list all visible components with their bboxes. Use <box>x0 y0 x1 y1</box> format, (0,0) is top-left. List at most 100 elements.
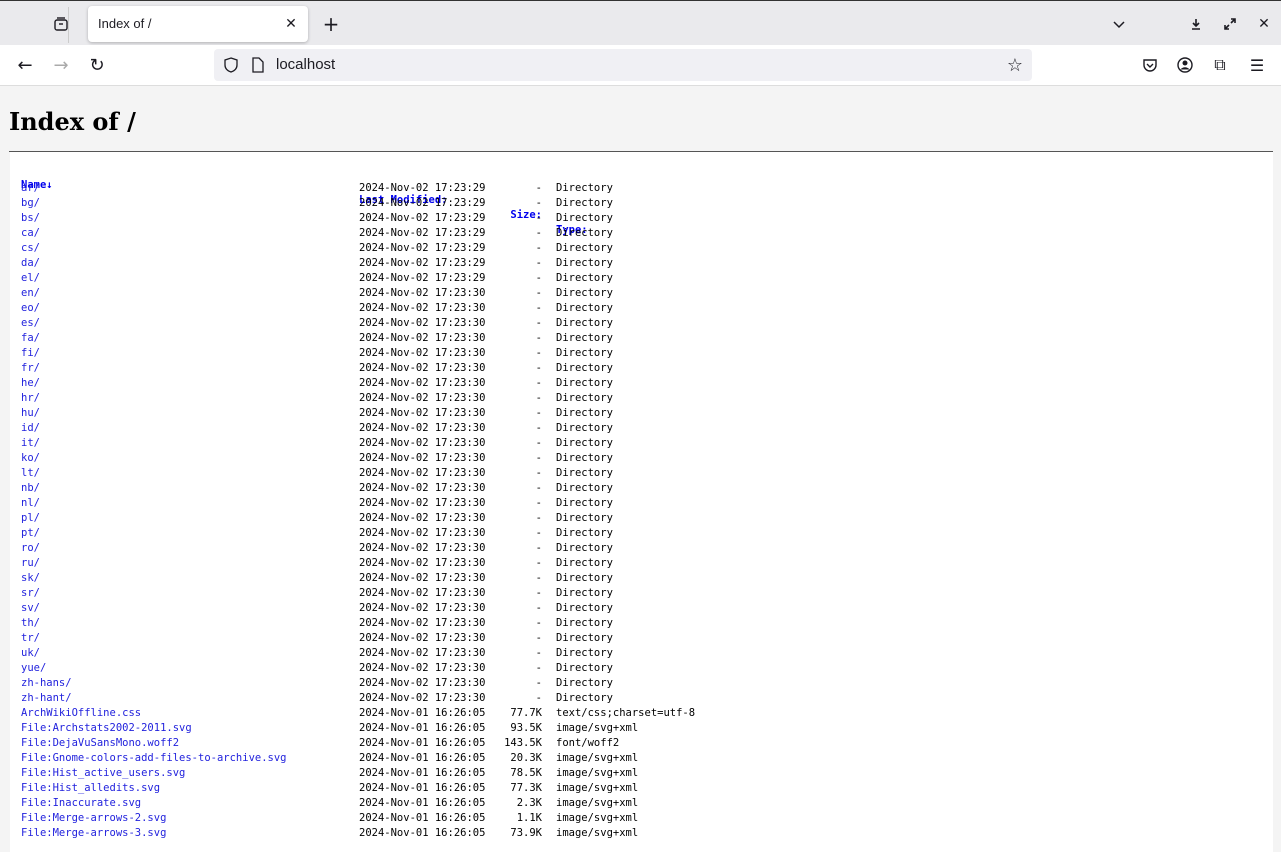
modified-date: 2024-Nov-02 17:23:30 <box>359 437 486 449</box>
forward-icon[interactable]: → <box>50 54 72 76</box>
table-row: sk/2024-Nov-02 17:23:30 - Directory <box>10 571 1273 586</box>
file-size: - <box>535 317 542 329</box>
file-link[interactable]: File:Archstats2002-2011.svg <box>21 721 192 736</box>
close-tab-icon[interactable]: ✕ <box>281 14 301 34</box>
table-row: zh-hans/2024-Nov-02 17:23:30 - Directory <box>10 676 1273 691</box>
file-link[interactable]: yue/ <box>21 661 46 676</box>
file-link[interactable]: File:Inaccurate.svg <box>21 796 141 811</box>
page-icon[interactable] <box>247 54 269 76</box>
new-tab-icon[interactable]: + <box>320 12 342 36</box>
file-size: - <box>535 482 542 494</box>
file-link[interactable]: nl/ <box>21 496 40 511</box>
table-row: File:Gnome-colors-add-files-to-archive.s… <box>10 751 1273 766</box>
file-type: Directory <box>556 692 613 704</box>
file-link[interactable]: hu/ <box>21 406 40 421</box>
file-type: Directory <box>556 497 613 509</box>
file-type: image/svg+xml <box>556 782 639 794</box>
file-type: Directory <box>556 227 613 239</box>
table-row: zh-hant/2024-Nov-02 17:23:30 - Directory <box>10 691 1273 706</box>
file-link[interactable]: th/ <box>21 616 40 631</box>
file-link[interactable]: tr/ <box>21 631 40 646</box>
file-type: Directory <box>556 257 613 269</box>
table-row: File:Merge-arrows-3.svg 2024-Nov-01 16:26… <box>10 826 1273 841</box>
file-size: - <box>535 227 542 239</box>
file-size: - <box>535 677 542 689</box>
file-link[interactable]: ru/ <box>21 556 40 571</box>
file-link[interactable]: pt/ <box>21 526 40 541</box>
file-link[interactable]: zh-hans/ <box>21 676 72 691</box>
file-type: Directory <box>556 242 613 254</box>
file-link[interactable]: da/ <box>21 256 40 271</box>
file-link[interactable]: ArchWikiOffline.css <box>21 706 141 721</box>
reload-icon[interactable]: ↻ <box>86 54 108 76</box>
bookmark-star-icon[interactable]: ☆ <box>1004 54 1026 76</box>
file-link[interactable]: fa/ <box>21 331 40 346</box>
file-size: 77.3K <box>510 782 542 794</box>
tab-index[interactable]: Index of / ✕ <box>88 6 308 42</box>
modified-date: 2024-Nov-02 17:23:30 <box>359 512 486 524</box>
file-link[interactable]: eo/ <box>21 301 40 316</box>
menu-icon[interactable]: ☰ <box>1246 54 1268 76</box>
extensions-icon[interactable]: ⧉ <box>1209 54 1231 76</box>
file-link[interactable]: bs/ <box>21 211 40 226</box>
file-link[interactable]: fi/ <box>21 346 40 361</box>
modified-date: 2024-Nov-01 16:26:05 <box>359 827 486 839</box>
close-window-icon[interactable]: ✕ <box>1253 13 1275 35</box>
file-link[interactable]: File:Hist_alledits.svg <box>21 781 160 796</box>
back-icon[interactable]: ← <box>14 54 36 76</box>
file-link[interactable]: File:Merge-arrows-3.svg <box>21 826 166 841</box>
file-link[interactable]: File:Merge-arrows-2.svg <box>21 811 166 826</box>
file-link[interactable]: File:Gnome-colors-add-files-to-archive.s… <box>21 751 287 766</box>
url-text[interactable]: localhost <box>276 56 335 73</box>
file-link[interactable]: bg/ <box>21 196 40 211</box>
modified-date: 2024-Nov-02 17:23:30 <box>359 677 486 689</box>
file-size: 143.5K <box>504 737 542 749</box>
file-link[interactable]: en/ <box>21 286 40 301</box>
account-icon[interactable] <box>1174 54 1196 76</box>
file-link[interactable]: ca/ <box>21 226 40 241</box>
table-row: ru/2024-Nov-02 17:23:30 - Directory <box>10 556 1273 571</box>
shield-icon[interactable] <box>220 54 242 76</box>
modified-date: 2024-Nov-02 17:23:29 <box>359 227 486 239</box>
modified-date: 2024-Nov-02 17:23:30 <box>359 587 486 599</box>
url-bar[interactable]: localhost ☆ <box>214 49 1032 81</box>
file-link[interactable]: sk/ <box>21 571 40 586</box>
modified-date: 2024-Nov-01 16:26:05 <box>359 722 486 734</box>
file-link[interactable]: ro/ <box>21 541 40 556</box>
modified-date: 2024-Nov-02 17:23:30 <box>359 647 486 659</box>
file-type: Directory <box>556 542 613 554</box>
file-link[interactable]: lt/ <box>21 466 40 481</box>
file-link[interactable]: uk/ <box>21 646 40 661</box>
table-row: pt/2024-Nov-02 17:23:30 - Directory <box>10 526 1273 541</box>
file-link[interactable]: sr/ <box>21 586 40 601</box>
minimize-icon[interactable] <box>1185 13 1207 35</box>
table-row: ArchWikiOffline.css 2024-Nov-01 16:26:05 7… <box>10 706 1273 721</box>
file-link[interactable]: it/ <box>21 436 40 451</box>
file-link[interactable]: nb/ <box>21 481 40 496</box>
file-link[interactable]: File:Hist_active_users.svg <box>21 766 185 781</box>
file-link[interactable]: File:DejaVuSansMono.woff2 <box>21 736 179 751</box>
chevron-down-icon[interactable] <box>1108 13 1130 35</box>
file-link[interactable]: el/ <box>21 271 40 286</box>
table-row: cs/2024-Nov-02 17:23:29 - Directory <box>10 241 1273 256</box>
file-size: - <box>535 347 542 359</box>
modified-date: 2024-Nov-02 17:23:30 <box>359 662 486 674</box>
modified-date: 2024-Nov-02 17:23:30 <box>359 572 486 584</box>
file-link[interactable]: ko/ <box>21 451 40 466</box>
file-link[interactable]: hr/ <box>21 391 40 406</box>
maximize-icon[interactable] <box>1219 13 1241 35</box>
file-link[interactable]: zh-hant/ <box>21 691 72 706</box>
file-link[interactable]: pl/ <box>21 511 40 526</box>
file-link[interactable]: sv/ <box>21 601 40 616</box>
pocket-icon[interactable] <box>1139 54 1161 76</box>
file-link[interactable]: id/ <box>21 421 40 436</box>
file-type: Directory <box>556 182 613 194</box>
file-type: Directory <box>556 632 613 644</box>
modified-date: 2024-Nov-01 16:26:05 <box>359 707 486 719</box>
file-link[interactable]: ar/ <box>21 181 40 196</box>
file-link[interactable]: es/ <box>21 316 40 331</box>
file-size: - <box>535 422 542 434</box>
file-link[interactable]: cs/ <box>21 241 40 256</box>
file-link[interactable]: he/ <box>21 376 40 391</box>
file-link[interactable]: fr/ <box>21 361 40 376</box>
